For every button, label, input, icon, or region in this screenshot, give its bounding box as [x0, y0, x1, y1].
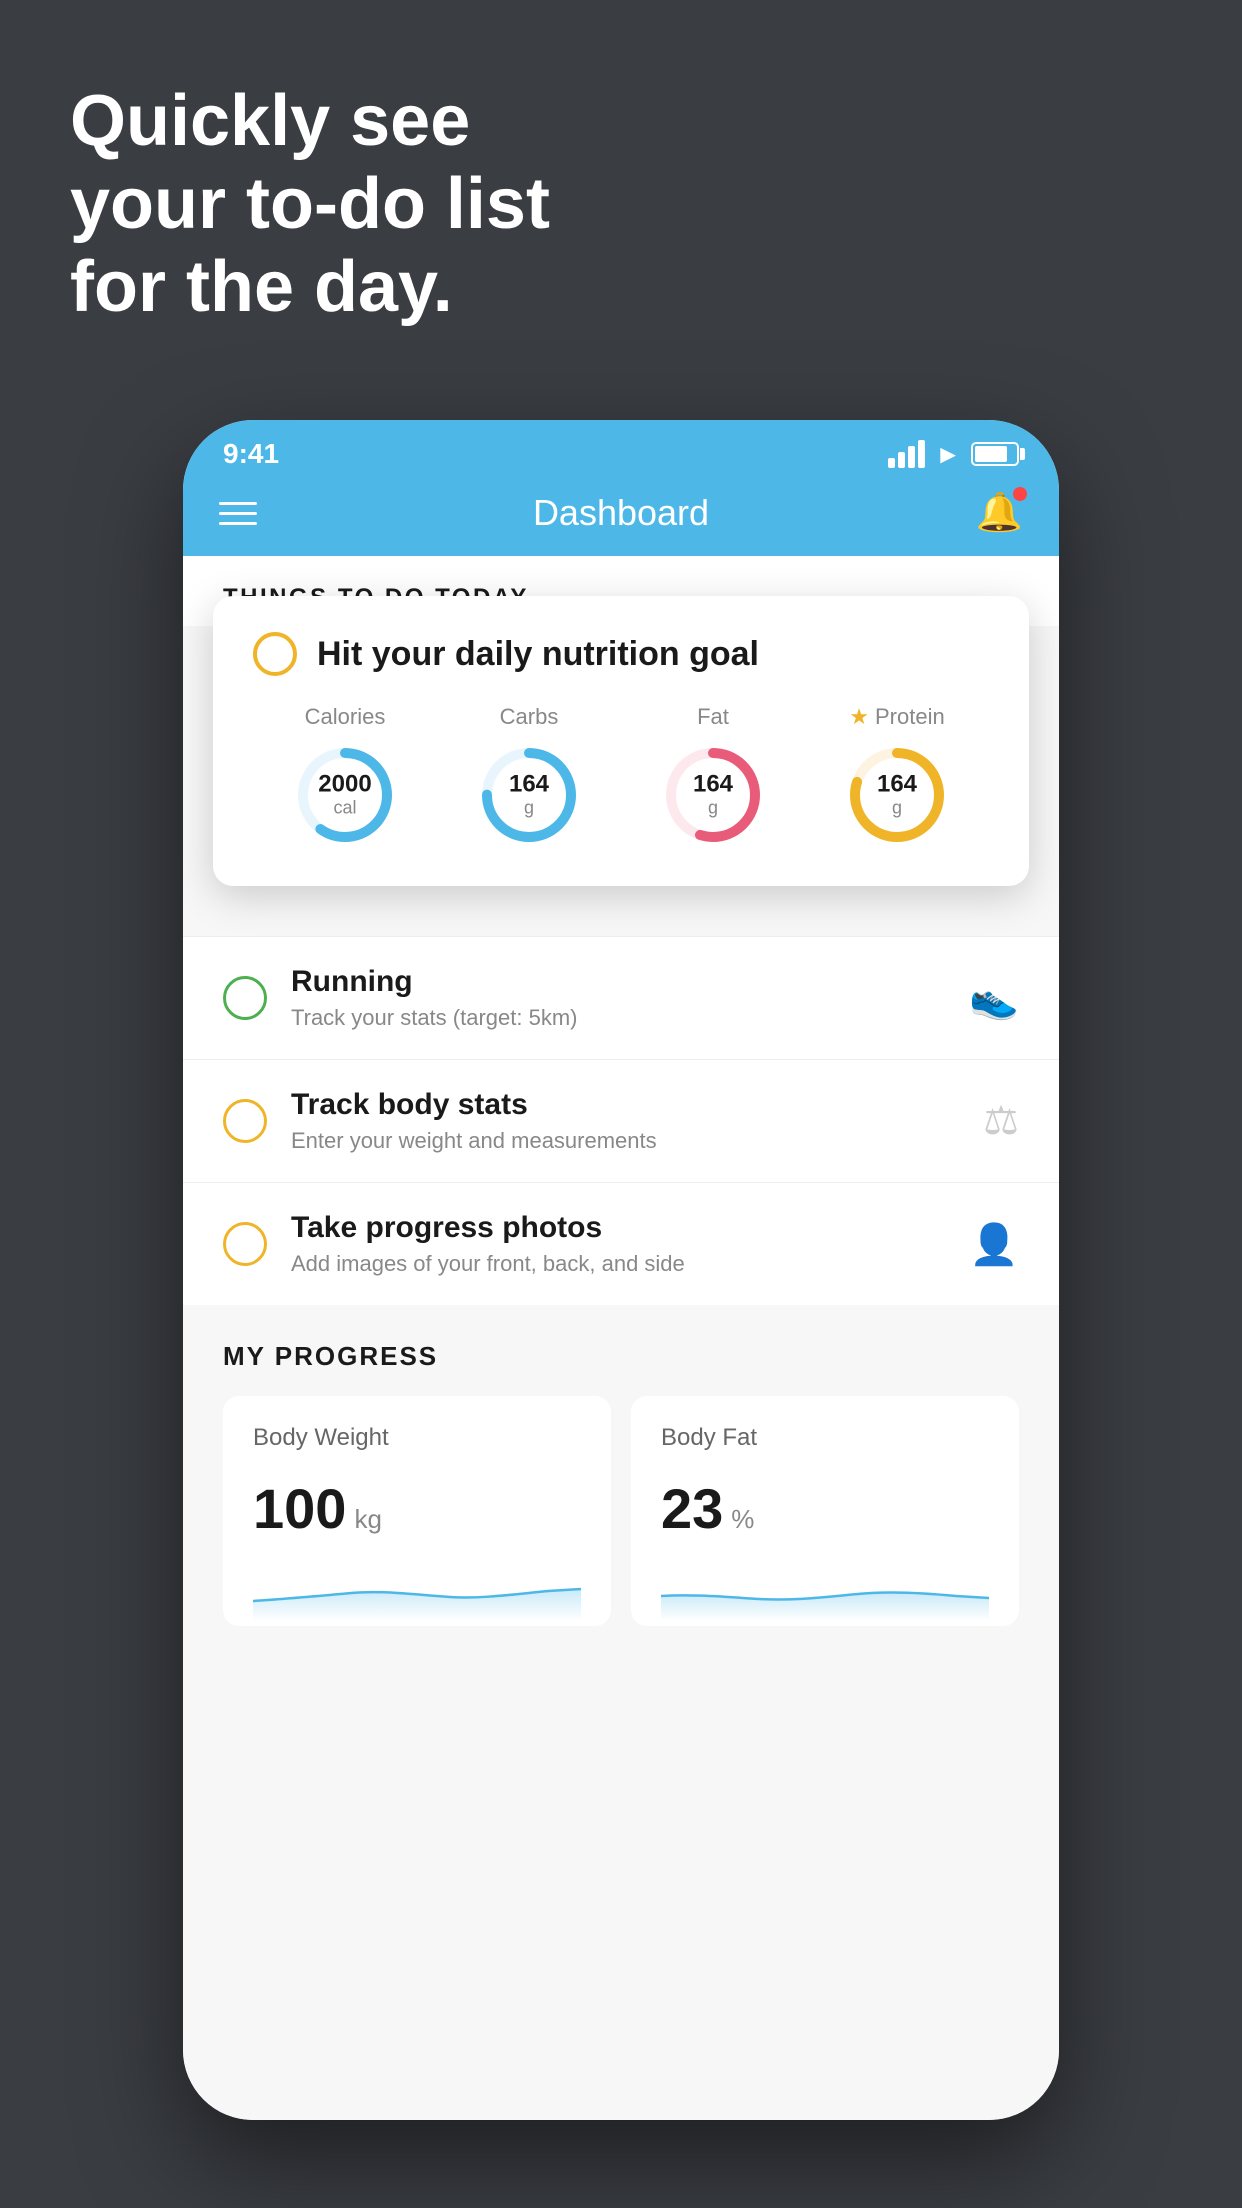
todo-running-text: Running Track your stats (target: 5km): [291, 965, 945, 1031]
body-fat-unit: %: [731, 1504, 754, 1535]
todo-photos-circle: [223, 1222, 267, 1266]
hero-line3: for the day.: [70, 246, 550, 329]
progress-cards: Body Weight 100 kg: [223, 1396, 1019, 1626]
body-weight-unit: kg: [354, 1504, 381, 1535]
phone-header: 9:41 ► Dashboard: [183, 420, 1059, 556]
body-fat-value-row: 23 %: [661, 1476, 989, 1541]
scale-icon: ⚖: [983, 1098, 1019, 1144]
body-weight-value-row: 100 kg: [253, 1476, 581, 1541]
nutrition-carbs: Carbs 164 g: [474, 704, 584, 850]
protein-donut: 164 g: [842, 740, 952, 850]
carbs-donut: 164 g: [474, 740, 584, 850]
nutrition-card-title: Hit your daily nutrition goal: [317, 635, 759, 674]
notification-dot: [1013, 487, 1027, 501]
fat-value: 164 g: [693, 771, 733, 818]
body-fat-title: Body Fat: [661, 1424, 989, 1452]
todo-stats-text: Track body stats Enter your weight and m…: [291, 1088, 959, 1154]
hamburger-menu[interactable]: [219, 502, 257, 525]
calories-donut: 2000 cal: [290, 740, 400, 850]
calories-value: 2000 cal: [318, 771, 371, 818]
body-weight-value: 100: [253, 1476, 346, 1541]
nutrition-calories: Calories 2000 cal: [290, 704, 400, 850]
status-icons: ►: [888, 439, 1019, 470]
status-bar: 9:41 ►: [183, 420, 1059, 478]
body-weight-title: Body Weight: [253, 1424, 581, 1452]
nutrition-circle-indicator: [253, 632, 297, 676]
body-fat-value: 23: [661, 1476, 723, 1541]
todo-item-running[interactable]: Running Track your stats (target: 5km) 👟: [183, 936, 1059, 1059]
protein-value: 164 g: [877, 771, 917, 818]
body-weight-card[interactable]: Body Weight 100 kg: [223, 1396, 611, 1626]
star-icon: ★: [849, 704, 869, 730]
todo-item-body-stats[interactable]: Track body stats Enter your weight and m…: [183, 1059, 1059, 1182]
todo-running-circle: [223, 976, 267, 1020]
phone-mockup: 9:41 ► Dashboard: [183, 420, 1059, 2120]
hero-line1: Quickly see: [70, 80, 550, 163]
progress-section: MY PROGRESS Body Weight 100 kg: [183, 1305, 1059, 1650]
hero-text: Quickly see your to-do list for the day.: [70, 80, 550, 328]
progress-header: MY PROGRESS: [223, 1341, 1019, 1372]
nutrition-protein: ★ Protein 164 g: [842, 704, 952, 850]
protein-label-row: ★ Protein: [849, 704, 944, 730]
carbs-label: Carbs: [500, 704, 559, 730]
nutrition-card[interactable]: Hit your daily nutrition goal Calories 2…: [213, 596, 1029, 886]
todo-running-subtitle: Track your stats (target: 5km): [291, 1005, 945, 1031]
body-fat-chart: [661, 1561, 989, 1621]
hamburger-line: [219, 512, 257, 515]
fat-donut: 164 g: [658, 740, 768, 850]
calories-label: Calories: [305, 704, 386, 730]
todo-photos-text: Take progress photos Add images of your …: [291, 1211, 945, 1277]
carbs-value: 164 g: [509, 771, 549, 818]
todo-stats-title: Track body stats: [291, 1088, 959, 1122]
hamburger-line: [219, 502, 257, 505]
phone-body: THINGS TO DO TODAY Hit your daily nutrit…: [183, 556, 1059, 2120]
notification-bell[interactable]: 🔔: [976, 491, 1023, 535]
body-fat-card[interactable]: Body Fat 23 %: [631, 1396, 1019, 1626]
person-icon: 👤: [969, 1221, 1019, 1268]
todo-list: Running Track your stats (target: 5km) 👟…: [183, 936, 1059, 1305]
battery-icon: [971, 442, 1019, 466]
protein-label: Protein: [875, 704, 945, 730]
signal-icon: [888, 440, 925, 468]
nav-title: Dashboard: [533, 492, 709, 534]
todo-photos-title: Take progress photos: [291, 1211, 945, 1245]
time-display: 9:41: [223, 438, 279, 470]
nutrition-grid: Calories 2000 cal Carbs: [253, 704, 989, 850]
todo-stats-subtitle: Enter your weight and measurements: [291, 1128, 959, 1154]
hero-line2: your to-do list: [70, 163, 550, 246]
nav-bar: Dashboard 🔔: [183, 478, 1059, 556]
running-icon: 👟: [969, 975, 1019, 1022]
body-weight-chart: [253, 1561, 581, 1621]
hamburger-line: [219, 522, 257, 525]
fat-label: Fat: [697, 704, 729, 730]
todo-item-photos[interactable]: Take progress photos Add images of your …: [183, 1182, 1059, 1305]
todo-stats-circle: [223, 1099, 267, 1143]
todo-photos-subtitle: Add images of your front, back, and side: [291, 1251, 945, 1277]
todo-running-title: Running: [291, 965, 945, 999]
nutrition-fat: Fat 164 g: [658, 704, 768, 850]
card-title-row: Hit your daily nutrition goal: [253, 632, 989, 676]
wifi-icon: ►: [935, 439, 961, 470]
